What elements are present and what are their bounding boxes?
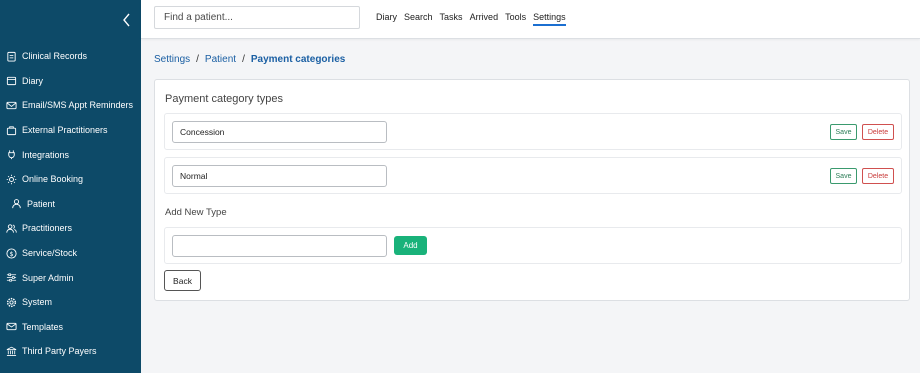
sidebar-item-label: Practitioners xyxy=(22,223,73,234)
category-name-input[interactable] xyxy=(172,121,387,143)
nav-arrived[interactable]: Arrived xyxy=(470,12,499,26)
sidebar-item-external-practitioners[interactable]: External Practitioners xyxy=(0,118,141,143)
sidebar-item-label: Templates xyxy=(22,321,64,332)
top-nav: Diary Search Tasks Arrived Tools Setting… xyxy=(376,12,573,26)
sidebar-item-label: System xyxy=(22,297,53,308)
sidebar-item-super-admin[interactable]: Super Admin xyxy=(0,265,141,290)
save-button[interactable]: Save xyxy=(830,168,857,184)
nav-tools[interactable]: Tools xyxy=(505,12,526,26)
breadcrumb-settings[interactable]: Settings xyxy=(154,54,190,65)
plug-icon xyxy=(6,149,17,160)
mail-icon xyxy=(6,321,17,332)
save-button[interactable]: Save xyxy=(830,124,857,140)
dollar-icon: $ xyxy=(6,248,17,259)
patient-search-input[interactable] xyxy=(154,6,360,29)
sidebar-item-clinical-records[interactable]: Clinical Records xyxy=(0,44,141,69)
sidebar-item-label: Email/SMS Appt Reminders xyxy=(22,100,134,111)
bank-icon xyxy=(6,346,17,357)
sidebar-item-label: Patient xyxy=(27,198,56,209)
sun-icon xyxy=(6,174,17,185)
sidebar-item-service-stock[interactable]: $ Service/Stock xyxy=(0,241,141,266)
nav-tasks[interactable]: Tasks xyxy=(440,12,463,26)
sidebar-item-templates[interactable]: Templates xyxy=(0,315,141,340)
top-bar: Diary Search Tasks Arrived Tools Setting… xyxy=(141,0,920,39)
add-new-type-heading: Add New Type xyxy=(165,207,227,218)
delete-button[interactable]: Delete xyxy=(862,124,894,140)
sidebar-item-diary[interactable]: Diary xyxy=(0,69,141,94)
sidebar-item-system[interactable]: System xyxy=(0,290,141,315)
sidebar-item-third-party-payers[interactable]: Third Party Payers xyxy=(0,339,141,364)
svg-text:$: $ xyxy=(9,249,13,257)
payment-categories-card: Payment category types Save Delete Save … xyxy=(154,79,910,301)
sidebar-item-label: Online Booking xyxy=(22,174,84,185)
sidebar-item-label: Integrations xyxy=(22,149,70,160)
user-icon xyxy=(11,198,22,209)
nav-search[interactable]: Search xyxy=(404,12,433,26)
sidebar-item-integrations[interactable]: Integrations xyxy=(0,142,141,167)
sidebar-item-label: Clinical Records xyxy=(22,51,88,62)
category-row: Save Delete xyxy=(164,157,902,194)
nav-settings[interactable]: Settings xyxy=(533,12,566,26)
category-row: Save Delete xyxy=(164,113,902,150)
briefcase-icon xyxy=(6,125,17,136)
sidebar-item-email-sms[interactable]: Email/SMS Appt Reminders xyxy=(0,93,141,118)
sidebar: Clinical Records Diary Email/SMS Appt Re… xyxy=(0,0,141,373)
breadcrumb-separator: / xyxy=(196,54,199,65)
envelope-icon xyxy=(6,100,17,111)
sliders-icon xyxy=(6,272,17,283)
sidebar-item-label: External Practitioners xyxy=(22,125,108,136)
add-button[interactable]: Add xyxy=(394,236,427,255)
users-icon xyxy=(6,223,17,234)
sidebar-item-practitioners[interactable]: Practitioners xyxy=(0,216,141,241)
sidebar-item-patient[interactable]: Patient xyxy=(0,192,141,217)
breadcrumb-separator: / xyxy=(242,54,245,65)
sidebar-item-label: Diary xyxy=(22,75,44,86)
sidebar-item-online-booking[interactable]: Online Booking xyxy=(0,167,141,192)
clipboard-icon xyxy=(6,51,17,62)
calendar-icon xyxy=(6,75,17,86)
delete-button[interactable]: Delete xyxy=(862,168,894,184)
chevron-left-icon[interactable] xyxy=(121,12,133,28)
breadcrumb-current: Payment categories xyxy=(250,54,346,65)
breadcrumb-patient[interactable]: Patient xyxy=(205,54,236,65)
card-title: Payment category types xyxy=(165,93,284,105)
back-button[interactable]: Back xyxy=(164,270,201,291)
sidebar-item-label: Super Admin xyxy=(22,272,74,283)
nav-diary[interactable]: Diary xyxy=(376,12,397,26)
sidebar-item-label: Third Party Payers xyxy=(22,346,97,357)
category-name-input[interactable] xyxy=(172,165,387,187)
sidebar-item-label: Service/Stock xyxy=(22,248,78,259)
gear-icon xyxy=(6,297,17,308)
add-type-row: Add xyxy=(164,227,902,264)
breadcrumb: Settings / Patient / Payment categories xyxy=(154,54,345,65)
sidebar-menu: Clinical Records Diary Email/SMS Appt Re… xyxy=(0,44,141,364)
new-type-input[interactable] xyxy=(172,235,387,257)
